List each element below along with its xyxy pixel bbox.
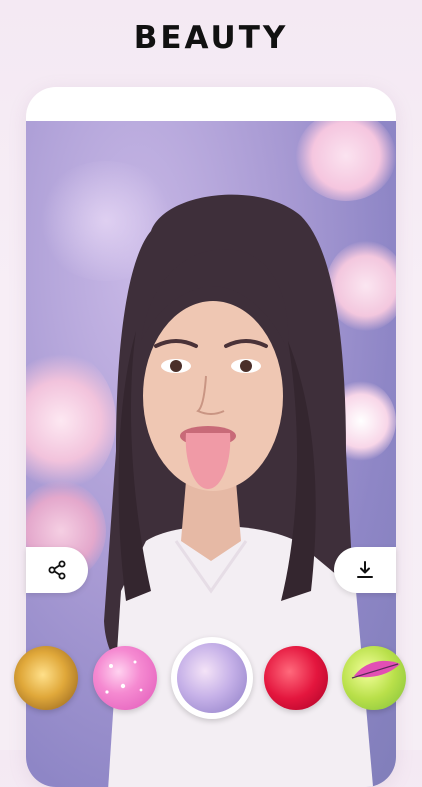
effect-golden-bubbles[interactable] [14, 646, 78, 710]
download-button[interactable] [334, 547, 396, 593]
download-icon [357, 561, 373, 578]
page-headline: BEAUTY [133, 20, 289, 56]
share-icon [48, 560, 66, 580]
share-button[interactable] [26, 547, 88, 593]
effect-lime-feather[interactable] [342, 646, 406, 710]
effect-cherry-blossom[interactable] [171, 637, 253, 719]
sparkle-decoration [105, 660, 143, 694]
effect-pink-sparkles[interactable] [93, 646, 157, 710]
effect-red-hearts[interactable] [264, 646, 328, 710]
feather-icon [351, 660, 400, 679]
effect-cherry-blossom-thumb [177, 643, 247, 713]
